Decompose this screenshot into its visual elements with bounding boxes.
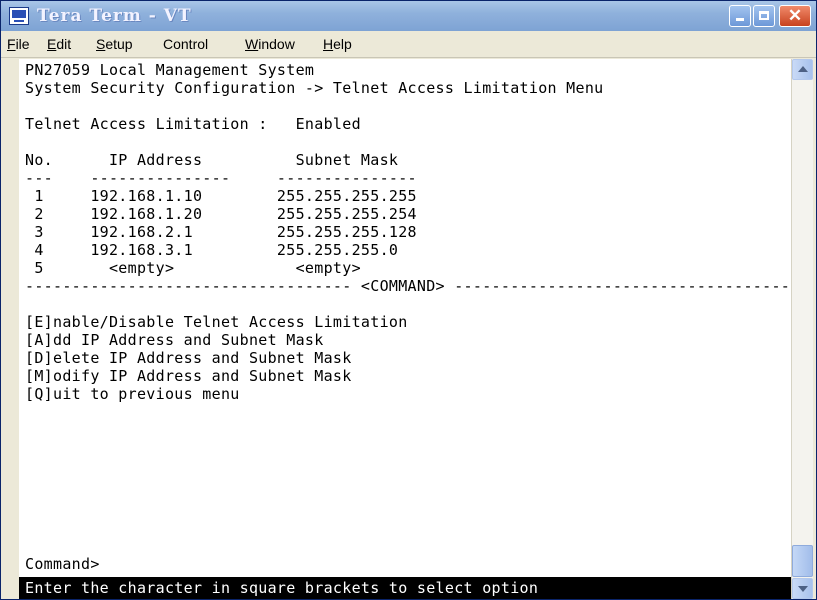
menu-help-mnemonic: H: [323, 36, 334, 52]
menu-file[interactable]: File: [7, 36, 30, 52]
status-text: Enter the character in square brackets t…: [25, 579, 539, 597]
menu-setup[interactable]: Setup: [96, 36, 133, 52]
terminal-line: System Security Configuration -> Telnet …: [25, 79, 604, 97]
menu-setup-label: etup: [105, 36, 133, 52]
menu-bar: File Edit Setup Control Window Help: [1, 31, 816, 58]
terminal-line: 4 192.168.3.1 255.255.255.0: [25, 241, 399, 259]
terminal-line: ----------------------------------- <COM…: [25, 277, 791, 295]
close-button[interactable]: ✕: [779, 5, 811, 27]
terminal-line: PN27059 Local Management System: [25, 61, 315, 79]
menu-control[interactable]: Control: [163, 36, 208, 52]
menu-control-label: Control: [163, 36, 209, 52]
maximize-icon: [754, 6, 774, 26]
terminal-line: --- --------------- ---------------: [25, 169, 417, 187]
menu-edit-mnemonic: E: [47, 36, 57, 52]
menu-setup-mnemonic: S: [96, 36, 106, 52]
window-title: Tera Term - VT: [37, 6, 192, 26]
terminal-app-icon[interactable]: [9, 7, 29, 25]
terminal-line: 3 192.168.2.1 255.255.255.128: [25, 223, 417, 241]
terminal-line: [Q]uit to previous menu: [25, 385, 240, 403]
title-bar[interactable]: Tera Term - VT ✕: [1, 1, 816, 31]
menu-help[interactable]: Help: [323, 36, 352, 52]
terminal-line: No. IP Address Subnet Mask: [25, 151, 399, 169]
scroll-thumb[interactable]: [792, 545, 813, 577]
terminal-line: [M]odify IP Address and Subnet Mask: [25, 367, 352, 385]
close-icon: ✕: [787, 6, 803, 25]
menu-window-mnemonic: W: [245, 36, 259, 52]
menu-file-label: ile: [15, 36, 30, 52]
tera-term-window: Tera Term - VT ✕ File Edit Setup Control…: [0, 0, 817, 600]
terminal-line: Telnet Access Limitation : Enabled: [25, 115, 361, 133]
minimize-icon: [730, 6, 750, 26]
scroll-up-icon[interactable]: [792, 59, 813, 80]
menu-window[interactable]: Window: [245, 36, 295, 52]
terminal-line: [E]nable/Disable Telnet Access Limitatio…: [25, 313, 408, 331]
menu-file-mnemonic: F: [7, 36, 16, 52]
menu-edit-label: dit: [56, 36, 72, 52]
terminal-line: 5 <empty> <empty>: [25, 259, 361, 277]
command-prompt[interactable]: Command>: [25, 555, 100, 573]
status-bar: Enter the character in square brackets t…: [19, 577, 791, 599]
terminal-line: [A]dd IP Address and Subnet Mask: [25, 331, 324, 349]
menu-window-label: indow: [258, 36, 295, 52]
maximize-button[interactable]: [753, 5, 775, 27]
terminal-screen[interactable]: PN27059 Local Management System System S…: [19, 59, 791, 599]
menu-edit[interactable]: Edit: [47, 36, 71, 52]
terminal-line: 1 192.168.1.10 255.255.255.255: [25, 187, 417, 205]
terminal-line: [D]elete IP Address and Subnet Mask: [25, 349, 352, 367]
vertical-scrollbar[interactable]: [791, 59, 813, 599]
scroll-down-icon[interactable]: [792, 578, 813, 599]
menu-help-label: elp: [333, 36, 352, 52]
terminal-line: 2 192.168.1.20 255.255.255.254: [25, 205, 417, 223]
minimize-button[interactable]: [729, 5, 751, 27]
